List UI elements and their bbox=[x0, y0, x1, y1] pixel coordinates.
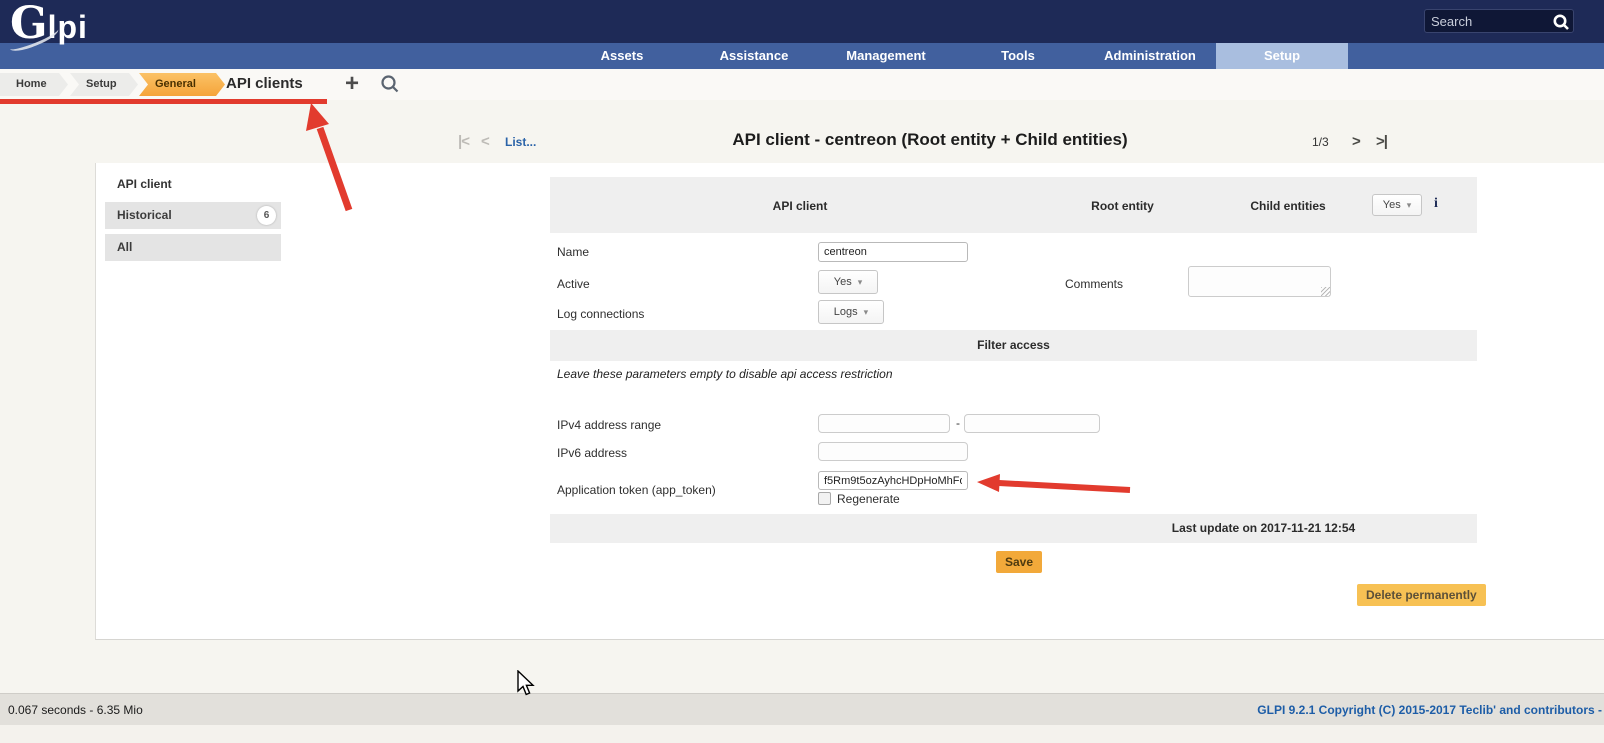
active-value: Yes bbox=[834, 276, 852, 288]
log-connections-select[interactable]: Logs ▾ bbox=[818, 300, 884, 324]
pagination-prev-button[interactable]: < bbox=[481, 133, 489, 150]
footer-bar: 0.067 seconds - 6.35 Mio GLPI 9.2.1 Copy… bbox=[0, 693, 1604, 725]
form-header-child-entities: Child entities bbox=[1230, 199, 1346, 213]
menu-management[interactable]: Management bbox=[820, 43, 952, 69]
name-label: Name bbox=[557, 245, 589, 259]
filter-access-title: Filter access bbox=[550, 338, 1477, 352]
pagination-first-button[interactable]: |< bbox=[458, 133, 469, 150]
delete-permanently-button[interactable]: Delete permanently bbox=[1357, 584, 1486, 606]
ipv4-end-input[interactable] bbox=[964, 414, 1100, 433]
menu-setup[interactable]: Setup bbox=[1216, 43, 1348, 69]
log-connections-label: Log connections bbox=[557, 307, 644, 321]
filter-access-note: Leave these parameters empty to disable … bbox=[557, 367, 893, 381]
ipv6-address-label: IPv6 address bbox=[557, 446, 627, 460]
range-separator: - bbox=[956, 416, 960, 430]
footer-copyright-link[interactable]: GLPI 9.2.1 Copyright (C) 2015-2017 Tecli… bbox=[1257, 694, 1602, 726]
menu-administration[interactable]: Administration bbox=[1084, 43, 1216, 69]
sidebar-item-label: All bbox=[117, 240, 132, 254]
ipv4-range-label: IPv4 address range bbox=[557, 418, 661, 432]
sidebar-item-label: Historical bbox=[117, 208, 172, 222]
breadcrumb-home[interactable]: Home bbox=[0, 73, 68, 96]
topbar bbox=[0, 0, 1604, 43]
menu-assets[interactable]: Assets bbox=[556, 43, 688, 69]
pagination-next-button[interactable]: > bbox=[1352, 133, 1360, 150]
child-entities-select[interactable]: Yes ▾ bbox=[1372, 194, 1422, 216]
save-button[interactable]: Save bbox=[996, 551, 1042, 573]
breadcrumb-bar: Home Setup General API clients + bbox=[0, 69, 1604, 100]
chevron-down-icon: ▾ bbox=[1407, 200, 1412, 211]
footer-strip bbox=[0, 725, 1604, 743]
glpi-logo[interactable]: Glpi bbox=[10, 0, 88, 49]
add-icon[interactable]: + bbox=[345, 70, 359, 98]
menu-assistance[interactable]: Assistance bbox=[688, 43, 820, 69]
search-list-icon[interactable] bbox=[379, 73, 401, 95]
active-select[interactable]: Yes ▾ bbox=[818, 270, 878, 294]
page-counter: 1/3 bbox=[1312, 135, 1329, 149]
search-input[interactable] bbox=[1425, 10, 1549, 32]
info-icon[interactable]: i bbox=[1434, 196, 1438, 212]
global-search-box bbox=[1424, 9, 1574, 33]
list-link[interactable]: List... bbox=[505, 135, 536, 149]
child-entities-value: Yes bbox=[1383, 199, 1401, 211]
app-token-input[interactable] bbox=[818, 471, 968, 490]
pagination-last-button[interactable]: >| bbox=[1376, 133, 1387, 150]
page-title: API client - centreon (Root entity + Chi… bbox=[550, 130, 1310, 150]
regenerate-checkbox[interactable] bbox=[818, 492, 831, 505]
sidebar-header: API client bbox=[117, 177, 172, 191]
sidebar-item-historical[interactable]: Historical 6 bbox=[105, 202, 281, 229]
main-menu-bar: Assets Assistance Management Tools Admin… bbox=[0, 43, 1604, 69]
comments-label: Comments bbox=[1065, 277, 1123, 291]
breadcrumb-current-api-clients[interactable]: API clients bbox=[226, 75, 303, 92]
comments-textarea[interactable] bbox=[1188, 266, 1331, 297]
last-update-text: Last update on 2017-11-21 12:54 bbox=[1050, 521, 1477, 535]
chevron-down-icon: ▾ bbox=[864, 307, 869, 318]
app-token-label: Application token (app_token) bbox=[557, 483, 716, 497]
sidebar-item-all[interactable]: All bbox=[105, 234, 281, 261]
form-header-root-entity: Root entity bbox=[1060, 199, 1185, 213]
menu-tools[interactable]: Tools bbox=[952, 43, 1084, 69]
footer-stats: 0.067 seconds - 6.35 Mio bbox=[8, 694, 143, 726]
breadcrumb-general[interactable]: General bbox=[139, 73, 225, 96]
active-label: Active bbox=[557, 277, 590, 291]
form-header-title: API client bbox=[550, 199, 1050, 213]
ipv4-start-input[interactable] bbox=[818, 414, 950, 433]
historical-count-badge: 6 bbox=[257, 206, 276, 225]
main-menu: Assets Assistance Management Tools Admin… bbox=[556, 43, 1348, 69]
content-panel bbox=[95, 163, 1604, 640]
glpi-window: Assets Assistance Management Tools Admin… bbox=[0, 0, 1604, 743]
ipv6-address-input[interactable] bbox=[818, 442, 968, 461]
regenerate-label: Regenerate bbox=[837, 492, 900, 506]
breadcrumb-setup[interactable]: Setup bbox=[70, 73, 138, 96]
search-icon[interactable] bbox=[1551, 12, 1571, 32]
log-connections-value: Logs bbox=[834, 306, 858, 318]
chevron-down-icon: ▾ bbox=[858, 277, 863, 288]
name-input[interactable] bbox=[818, 242, 968, 262]
resize-grip-icon[interactable] bbox=[1321, 287, 1330, 296]
